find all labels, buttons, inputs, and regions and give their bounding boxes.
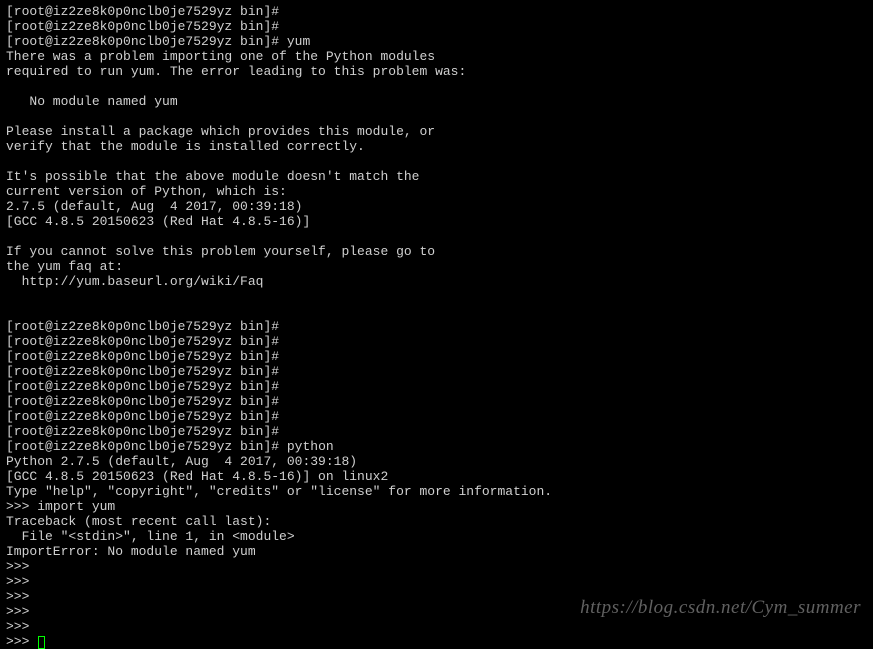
yum-error-line: It's possible that the above module does… — [6, 169, 867, 184]
yum-error-line: verify that the module is installed corr… — [6, 139, 867, 154]
python-banner: Python 2.7.5 (default, Aug 4 2017, 00:39… — [6, 454, 867, 469]
yum-error-line: There was a problem importing one of the… — [6, 49, 867, 64]
yum-error-line: 2.7.5 (default, Aug 4 2017, 00:39:18) — [6, 199, 867, 214]
blank-line — [6, 229, 867, 244]
yum-error-line: http://yum.baseurl.org/wiki/Faq — [6, 274, 867, 289]
python-banner: [GCC 4.8.5 20150623 (Red Hat 4.8.5-16)] … — [6, 469, 867, 484]
shell-prompt: [root@iz2ze8k0p0nclb0je7529yz bin]# — [6, 364, 279, 379]
blank-line — [6, 289, 867, 304]
python-repl-prompt: >>> — [6, 589, 29, 604]
shell-prompt: [root@iz2ze8k0p0nclb0je7529yz bin]# — [6, 424, 279, 439]
yum-error-line: No module named yum — [6, 94, 867, 109]
watermark-text: https://blog.csdn.net/Cym_summer — [580, 600, 861, 615]
traceback-line: File "<stdin>", line 1, in <module> — [6, 529, 867, 544]
terminal-output[interactable]: [root@iz2ze8k0p0nclb0je7529yz bin]# [roo… — [6, 4, 867, 649]
shell-prompt: [root@iz2ze8k0p0nclb0je7529yz bin]# — [6, 349, 279, 364]
shell-prompt: [root@iz2ze8k0p0nclb0je7529yz bin]# — [6, 19, 279, 34]
python-repl-prompt: >>> — [6, 574, 29, 589]
python-repl-prompt: >>> — [6, 619, 29, 634]
shell-prompt: [root@iz2ze8k0p0nclb0je7529yz bin]# — [6, 34, 279, 49]
blank-line — [6, 154, 867, 169]
blank-line — [6, 79, 867, 94]
yum-error-line: If you cannot solve this problem yoursel… — [6, 244, 867, 259]
shell-prompt: [root@iz2ze8k0p0nclb0je7529yz bin]# — [6, 4, 279, 19]
shell-prompt: [root@iz2ze8k0p0nclb0je7529yz bin]# — [6, 409, 279, 424]
traceback-line: ImportError: No module named yum — [6, 544, 867, 559]
blank-line — [6, 109, 867, 124]
yum-error-line: [GCC 4.8.5 20150623 (Red Hat 4.8.5-16)] — [6, 214, 867, 229]
shell-prompt: [root@iz2ze8k0p0nclb0je7529yz bin]# — [6, 394, 279, 409]
yum-error-line: required to run yum. The error leading t… — [6, 64, 867, 79]
blank-line — [6, 304, 867, 319]
shell-prompt: [root@iz2ze8k0p0nclb0je7529yz bin]# — [6, 334, 279, 349]
python-repl-prompt: >>> — [6, 559, 29, 574]
shell-prompt: [root@iz2ze8k0p0nclb0je7529yz bin]# — [6, 439, 279, 454]
python-repl-prompt: >>> — [6, 499, 29, 514]
shell-prompt: [root@iz2ze8k0p0nclb0je7529yz bin]# — [6, 319, 279, 334]
yum-error-line: current version of Python, which is: — [6, 184, 867, 199]
python-command: import yum — [37, 499, 115, 514]
yum-error-line: the yum faq at: — [6, 259, 867, 274]
command-yum: yum — [287, 34, 310, 49]
traceback-line: Traceback (most recent call last): — [6, 514, 867, 529]
command-python: python — [287, 439, 334, 454]
python-banner: Type "help", "copyright", "credits" or "… — [6, 484, 867, 499]
shell-prompt: [root@iz2ze8k0p0nclb0je7529yz bin]# — [6, 379, 279, 394]
python-repl-prompt: >>> — [6, 634, 29, 649]
cursor-icon — [38, 636, 45, 649]
python-repl-prompt: >>> — [6, 604, 29, 619]
yum-error-line: Please install a package which provides … — [6, 124, 867, 139]
